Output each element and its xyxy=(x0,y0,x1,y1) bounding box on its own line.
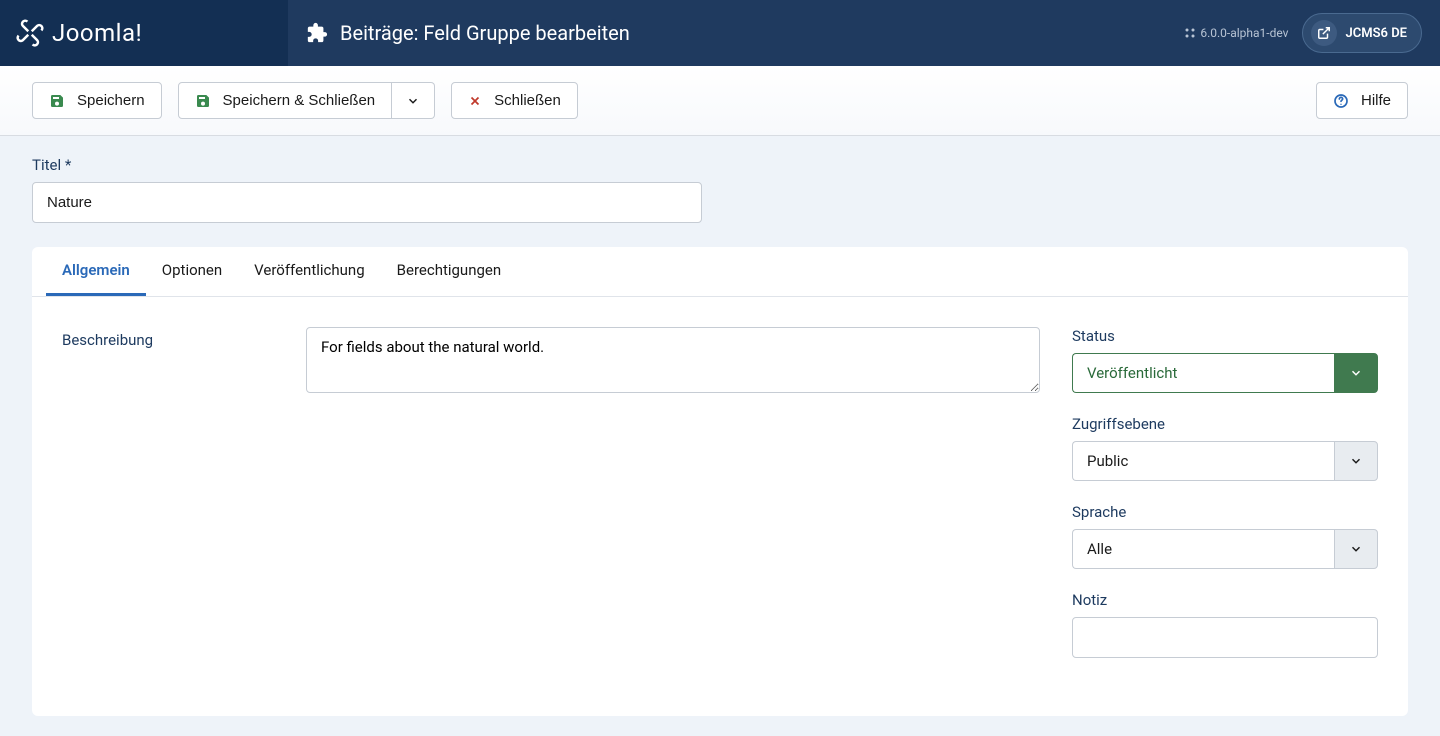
brand-area[interactable]: Joomla! xyxy=(0,0,288,66)
access-select[interactable]: Public xyxy=(1072,441,1378,481)
puzzle-icon xyxy=(306,22,328,44)
tab-options[interactable]: Optionen xyxy=(146,247,238,296)
note-input[interactable] xyxy=(1072,617,1378,658)
language-select[interactable]: Alle xyxy=(1072,529,1378,569)
language-label: Sprache xyxy=(1072,503,1378,521)
close-icon xyxy=(468,94,482,108)
external-link-icon xyxy=(1311,20,1337,46)
tab-general[interactable]: Allgemein xyxy=(46,247,146,296)
chevron-down-icon xyxy=(406,94,420,108)
description-label: Beschreibung xyxy=(62,327,282,686)
description-textarea[interactable] xyxy=(306,327,1040,393)
tab-publishing[interactable]: Veröffentlichung xyxy=(238,247,380,296)
chevron-down-icon xyxy=(1334,529,1378,569)
save-button[interactable]: Speichern xyxy=(32,82,162,119)
chevron-down-icon xyxy=(1334,441,1378,481)
chevron-down-icon xyxy=(1334,353,1378,393)
help-icon xyxy=(1333,93,1349,109)
toolbar: Speichern Speichern & Schließen Schließe… xyxy=(0,66,1440,136)
tabs: Allgemein Optionen Veröffentlichung Bere… xyxy=(32,247,1408,296)
brand-name: Joomla! xyxy=(52,19,142,47)
page-title: Beiträge: Feld Gruppe bearbeiten xyxy=(340,21,630,45)
joomla-logo-icon xyxy=(16,19,44,47)
save-icon xyxy=(195,93,211,109)
tab-permissions[interactable]: Berechtigungen xyxy=(381,247,518,296)
save-icon xyxy=(49,93,65,109)
version-text[interactable]: 6.0.0-alpha1-dev xyxy=(1184,26,1288,40)
access-label: Zugriffsebene xyxy=(1072,415,1378,433)
status-label: Status xyxy=(1072,327,1378,345)
close-button[interactable]: Schließen xyxy=(451,82,578,119)
title-input[interactable] xyxy=(32,182,702,223)
note-label: Notiz xyxy=(1072,591,1378,609)
save-dropdown-button[interactable] xyxy=(392,82,435,119)
site-link-button[interactable]: JCMS6 DE xyxy=(1302,13,1422,53)
joomla-mini-icon xyxy=(1184,27,1196,39)
title-label: Titel * xyxy=(32,156,1408,174)
help-button[interactable]: Hilfe xyxy=(1316,82,1408,119)
save-close-button[interactable]: Speichern & Schließen xyxy=(178,82,393,119)
status-select[interactable]: Veröffentlicht xyxy=(1072,353,1378,393)
